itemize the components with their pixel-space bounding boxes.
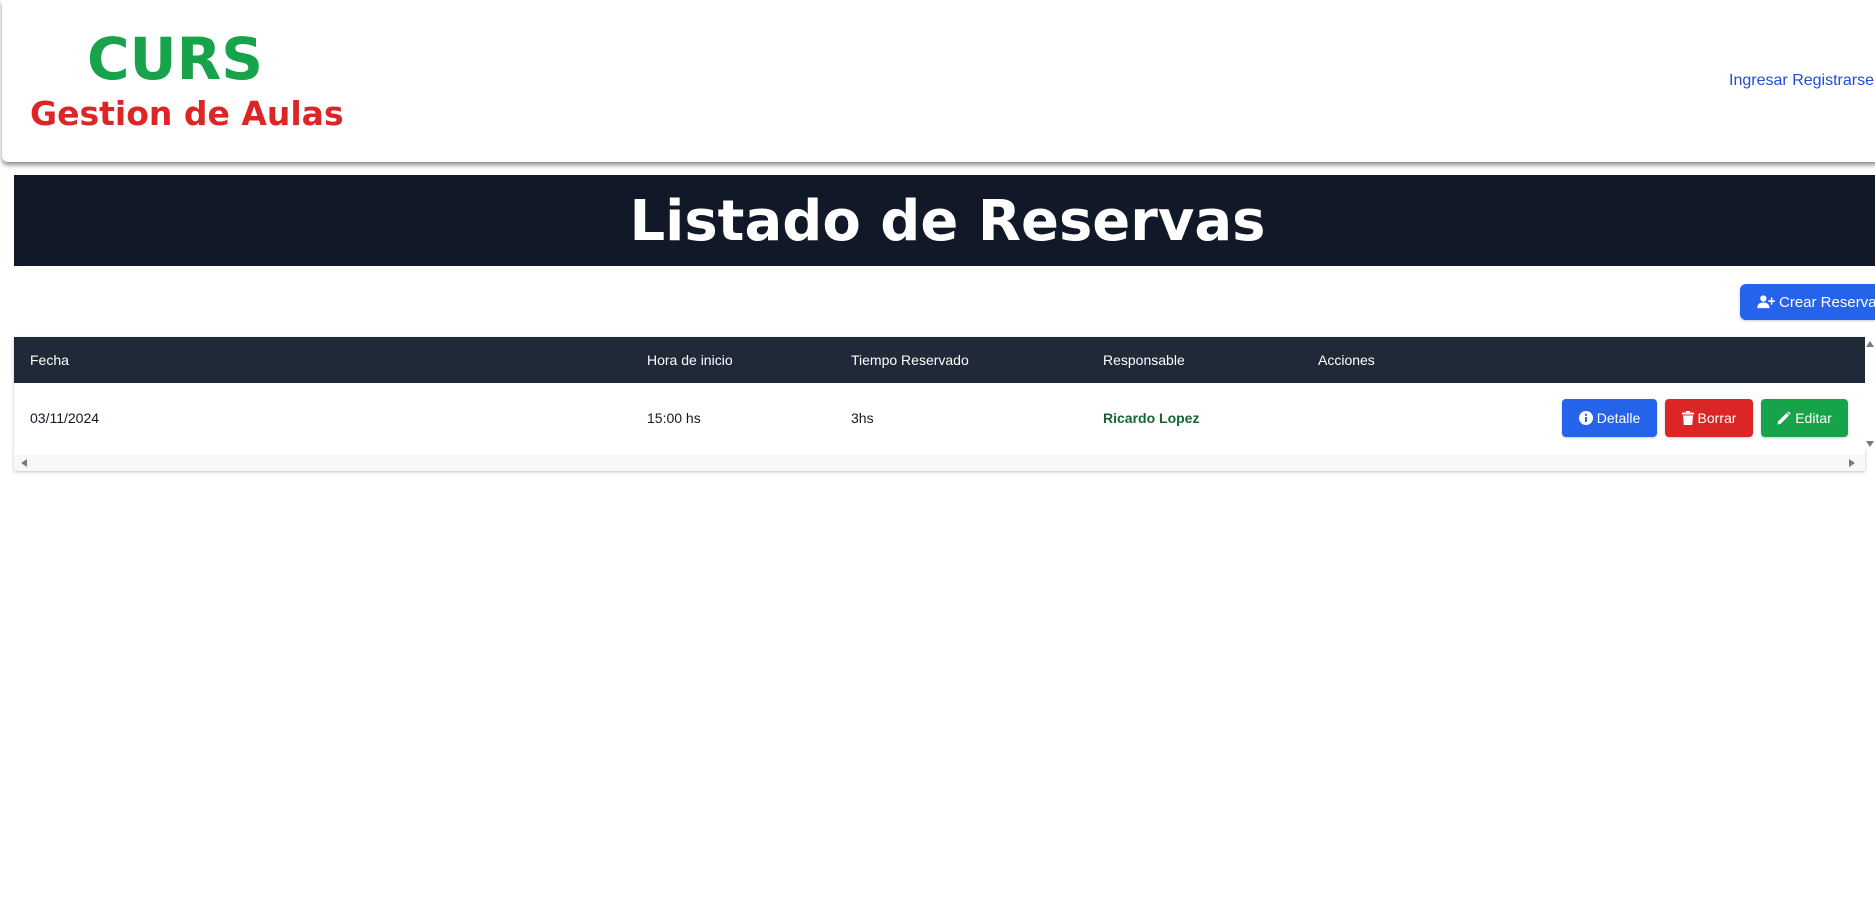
table-header: Fecha Hora de inicio Tiempo Reservado Re…	[14, 337, 1865, 383]
pencil-icon	[1777, 411, 1792, 425]
scroll-right-arrow-icon[interactable]	[1849, 459, 1855, 467]
edit-label: Editar	[1795, 410, 1832, 426]
scroll-left-arrow-icon[interactable]	[21, 459, 27, 467]
user-plus-icon	[1757, 295, 1775, 309]
register-link[interactable]: Registrarse	[1792, 72, 1874, 89]
top-header: CURS Gestion de Aulas Ingresar Registrar…	[2, 0, 1875, 162]
login-link[interactable]: Ingresar	[1729, 72, 1788, 89]
page-title: Listado de Reservas	[629, 189, 1266, 254]
header-acciones: Acciones	[1318, 352, 1375, 368]
cell-fecha: 03/11/2024	[30, 410, 100, 426]
create-reservation-label: Crear Reserva	[1779, 293, 1875, 311]
brand-title: CURS	[86, 25, 264, 93]
delete-label: Borrar	[1697, 410, 1737, 426]
scroll-down-arrow-icon[interactable]	[1866, 441, 1874, 447]
auth-nav: Ingresar Registrarse	[1729, 72, 1874, 90]
brand-logo[interactable]: CURS Gestion de Aulas	[30, 25, 344, 136]
edit-button[interactable]: Editar	[1761, 399, 1848, 437]
delete-button[interactable]: Borrar	[1665, 399, 1753, 437]
horizontal-scrollbar[interactable]	[14, 455, 1865, 471]
detail-button[interactable]: Detalle	[1562, 399, 1657, 437]
header-responsable: Responsable	[1103, 352, 1185, 368]
info-circle-icon	[1578, 411, 1593, 425]
cell-hora-inicio: 15:00 hs	[647, 410, 701, 426]
title-banner: Listado de Reservas	[14, 175, 1875, 266]
reservations-table: Fecha Hora de inicio Tiempo Reservado Re…	[14, 337, 1865, 471]
create-reservation-button[interactable]: Crear Reserva	[1740, 284, 1875, 320]
table-row: 03/11/2024 15:00 hs 3hs Ricardo Lopez De…	[14, 383, 1865, 456]
detail-label: Detalle	[1596, 410, 1641, 426]
header-tiempo-reservado: Tiempo Reservado	[851, 352, 969, 368]
cell-responsable: Ricardo Lopez	[1103, 410, 1200, 426]
vertical-scrollbar[interactable]	[1865, 337, 1875, 449]
header-hora-inicio: Hora de inicio	[647, 352, 733, 368]
header-fecha: Fecha	[30, 352, 69, 368]
scroll-up-arrow-icon[interactable]	[1866, 341, 1874, 347]
cell-tiempo-reservado: 3hs	[851, 410, 874, 426]
brand-subtitle: Gestion de Aulas	[30, 94, 344, 133]
trash-icon	[1681, 411, 1694, 425]
